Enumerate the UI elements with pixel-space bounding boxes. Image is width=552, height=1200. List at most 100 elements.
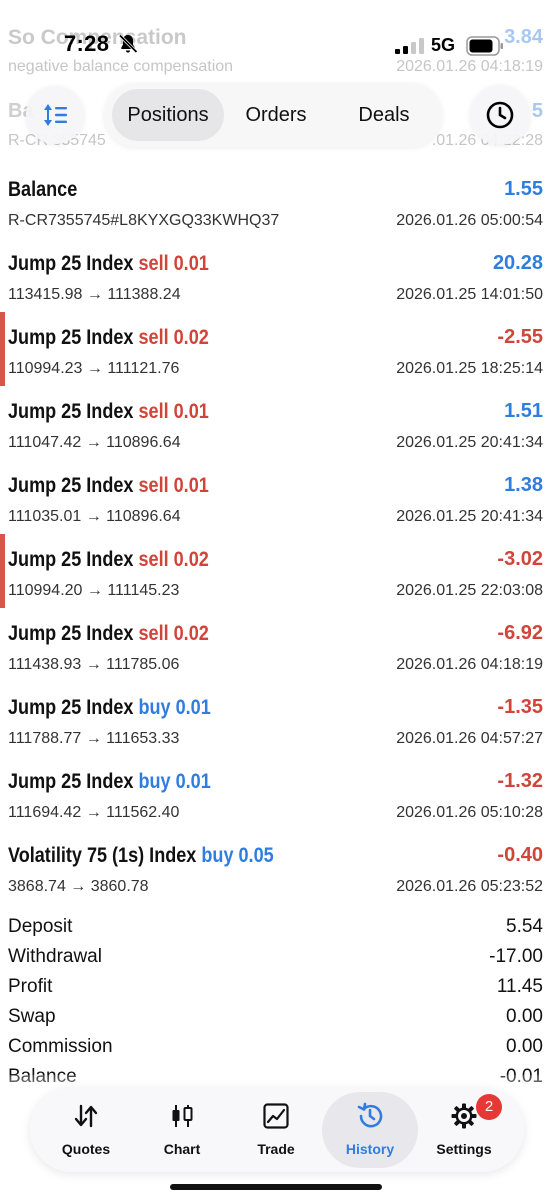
status-time: 7:28: [64, 31, 110, 56]
deal-direction: sell 0.01: [138, 252, 209, 275]
deal-symbol-name: Jump 25 Index: [8, 696, 134, 719]
deal-profit: -3.02: [497, 548, 543, 570]
summary-label: Swap: [8, 1006, 56, 1027]
summary-row-withdrawal: Withdrawal -17.00: [0, 942, 552, 972]
deal-symbol: Jump 25 Index sell 0.01: [8, 252, 209, 276]
summary-value: 11.45: [496, 976, 543, 997]
summary-value: 5.54: [506, 916, 543, 937]
deal-profit: -6.92: [497, 622, 543, 644]
deal-row[interactable]: Jump 25 Index buy 0.01 111694.42 → 11156…: [0, 756, 552, 830]
deal-datetime: 2026.01.26 05:10:28: [396, 804, 543, 821]
deal-symbol-name: Jump 25 Index: [8, 252, 134, 275]
deal-direction: buy 0.01: [138, 770, 211, 793]
period-button[interactable]: [470, 85, 530, 145]
deal-symbol: Jump 25 Index sell 0.02: [8, 548, 209, 572]
bottom-tab-bar: Quotes Chart Trade History Settings: [30, 1088, 524, 1172]
deal-prices: 111035.01 → 110896.64: [8, 508, 181, 525]
deal-datetime: 2026.01.25 14:01:50: [396, 286, 543, 303]
loss-indicator-bar: [0, 312, 5, 386]
summary-label: Profit: [8, 976, 53, 997]
deal-row[interactable]: Jump 25 Index sell 0.01 113415.98 → 1113…: [0, 238, 552, 312]
deal-row[interactable]: Jump 25 Index sell 0.01 111047.42 → 1108…: [0, 386, 552, 460]
deal-row[interactable]: Jump 25 Index sell 0.02 111438.93 → 1117…: [0, 608, 552, 682]
summary-value: -17.00: [489, 946, 543, 967]
tab-trade[interactable]: Trade: [228, 1092, 324, 1168]
home-indicator[interactable]: [170, 1184, 382, 1190]
tab-label: Trade: [257, 1141, 295, 1157]
deal-profit: -1.35: [497, 696, 543, 718]
deal-direction: buy 0.05: [201, 844, 274, 867]
deal-row[interactable]: Jump 25 Index sell 0.01 111035.01 → 1108…: [0, 460, 552, 534]
ghost2-amount: 5: [531, 100, 543, 122]
deal-symbol: Jump 25 Index sell 0.02: [8, 622, 209, 646]
deal-prices: 111438.93 → 111785.06: [8, 656, 180, 673]
deal-row[interactable]: Jump 25 Index sell 0.02 110994.20 → 1111…: [0, 534, 552, 608]
sort-icon: [44, 104, 67, 126]
tab-label: Quotes: [61, 1141, 111, 1157]
tab-label: History: [345, 1141, 395, 1157]
tab-history[interactable]: History: [322, 1092, 418, 1168]
tab-positions[interactable]: Positions: [112, 89, 224, 141]
history-view-segmented-control: Positions Orders Deals: [104, 83, 442, 147]
gear-icon: [451, 1103, 477, 1129]
tab-quotes[interactable]: Quotes: [38, 1092, 134, 1168]
deal-direction: sell 0.02: [138, 548, 209, 571]
balance-comment: R-CR7355745#L8KYXGQ33KWHQ37: [8, 212, 280, 229]
balance-datetime: 2026.01.26 05:00:54: [396, 212, 543, 229]
deal-direction: sell 0.01: [138, 474, 209, 497]
candlestick-icon: [172, 1105, 193, 1127]
deal-datetime: 2026.01.25 22:03:08: [396, 582, 543, 599]
balance-title: Balance: [8, 178, 78, 201]
tab-deals[interactable]: Deals: [332, 89, 436, 141]
deal-symbol-name: Jump 25 Index: [8, 326, 134, 349]
summary-row-deposit: Deposit 5.54: [0, 912, 552, 942]
deal-symbol: Jump 25 Index sell 0.02: [8, 326, 209, 350]
balance-row[interactable]: Balance R-CR7355745#L8KYXGQ33KWHQ37 1.55…: [0, 164, 552, 238]
trade-chart-icon: [263, 1103, 289, 1129]
deal-row[interactable]: Jump 25 Index buy 0.01 111788.77 → 11165…: [0, 682, 552, 756]
quotes-icon: [74, 1104, 98, 1128]
tab-label: Settings: [436, 1141, 492, 1157]
deal-profit: -0.40: [497, 844, 543, 866]
deal-datetime: 2026.01.25 20:41:34: [396, 508, 543, 525]
clock-icon: [486, 101, 514, 129]
deal-datetime: 2026.01.25 20:41:34: [396, 434, 543, 451]
balance-amount: 1.55: [504, 178, 543, 200]
deal-direction: sell 0.02: [138, 622, 209, 645]
deal-direction: sell 0.01: [138, 400, 209, 423]
deal-symbol: Jump 25 Index sell 0.01: [8, 474, 209, 498]
summary-label: Commission: [8, 1036, 113, 1057]
status-bar: 7:28 5G: [0, 0, 552, 80]
summary-label: Withdrawal: [8, 946, 102, 967]
deal-datetime: 2026.01.25 18:25:14: [396, 360, 543, 377]
deal-profit: -2.55: [497, 326, 543, 348]
deal-symbol-name: Jump 25 Index: [8, 548, 134, 571]
summary-value: 0.00: [506, 1006, 543, 1027]
tab-label: Chart: [163, 1141, 201, 1157]
summary-row-profit: Profit 11.45: [0, 972, 552, 1002]
summary-row-commission: Commission 0.00: [0, 1032, 552, 1062]
deal-symbol: Volatility 75 (1s) Index buy 0.05: [8, 844, 274, 868]
deal-row[interactable]: Jump 25 Index sell 0.02 110994.23 → 1111…: [0, 312, 552, 386]
deal-symbol-name: Volatility 75 (1s) Index: [8, 844, 197, 867]
deal-profit: 1.38: [504, 474, 543, 496]
deal-datetime: 2026.01.26 04:57:27: [396, 730, 543, 747]
deal-symbol-name: Jump 25 Index: [8, 622, 134, 645]
summary-value: 0.00: [506, 1036, 543, 1057]
deal-prices: 110994.20 → 111145.23: [8, 582, 180, 599]
deal-prices: 110994.23 → 111121.76: [8, 360, 180, 377]
settings-notification-badge: 2: [476, 1094, 502, 1120]
deal-row[interactable]: Volatility 75 (1s) Index buy 0.05 3868.7…: [0, 830, 552, 904]
bell-off-icon: [118, 34, 138, 54]
deal-datetime: 2026.01.26 04:18:19: [396, 656, 543, 673]
deal-symbol-name: Jump 25 Index: [8, 474, 134, 497]
deal-prices: 113415.98 → 111388.24: [8, 286, 181, 303]
tab-orders[interactable]: Orders: [224, 89, 328, 141]
sort-button[interactable]: [26, 86, 84, 144]
tab-chart[interactable]: Chart: [134, 1092, 230, 1168]
history-icon: [357, 1102, 383, 1128]
deal-prices: 111047.42 → 110896.64: [8, 434, 181, 451]
deal-symbol-name: Jump 25 Index: [8, 770, 134, 793]
signal-icon: [395, 38, 424, 54]
deal-symbol-name: Jump 25 Index: [8, 400, 134, 423]
